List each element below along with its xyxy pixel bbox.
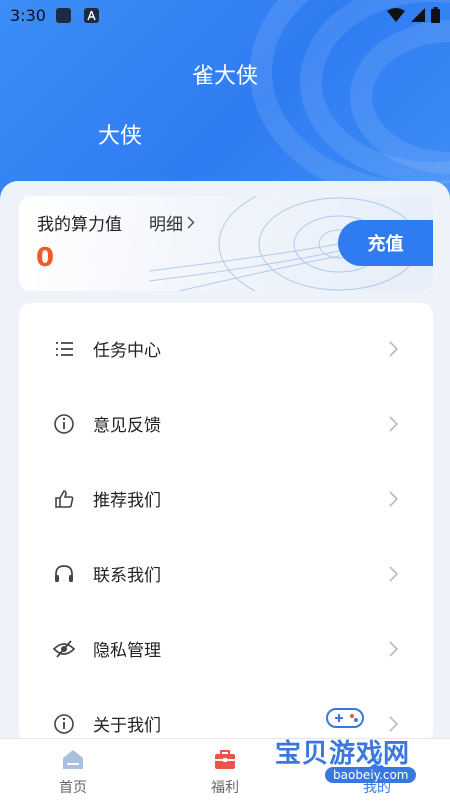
menu-item-label: 推荐我们	[93, 491, 161, 511]
battery-icon	[431, 7, 440, 23]
menu-item-label: 隐私管理	[93, 641, 161, 661]
headset-icon	[55, 564, 73, 582]
list-icon	[56, 341, 73, 356]
username[interactable]: 大侠	[98, 118, 142, 150]
signal-icon	[411, 8, 425, 22]
menu-item-label: 联系我们	[93, 566, 161, 586]
chevron-right-icon	[389, 415, 399, 432]
watermark: 宝贝游戏网 baobeiy.com	[275, 703, 445, 798]
points-detail-label: 明细	[149, 215, 183, 235]
app-title: 雀大侠	[191, 64, 258, 89]
points-card: 我的算力值 明细 0 充值	[19, 196, 433, 291]
menu-item-label: 任务中心	[93, 341, 161, 361]
info-icon	[54, 413, 74, 434]
points-label: 我的算力值	[37, 215, 122, 235]
app-notification-icon	[84, 8, 99, 23]
points-value: 0	[36, 243, 55, 273]
menu-item-label: 关于我们	[93, 716, 161, 736]
tab-label: 福利	[211, 780, 239, 796]
points-detail-link[interactable]: 明细	[149, 210, 195, 235]
status-bar: 3:30	[0, 0, 450, 32]
watermark-url: baobeiy.com	[325, 767, 417, 783]
gamepad-icon	[326, 708, 364, 728]
thumbs-up-icon	[55, 489, 74, 508]
menu-item-contact[interactable]: 联系我们	[19, 536, 433, 611]
recharge-button[interactable]: 充值	[338, 220, 433, 266]
tab-welfare[interactable]: 福利	[180, 739, 270, 801]
menu-item-label: 意见反馈	[93, 416, 161, 436]
chevron-right-icon	[389, 640, 399, 657]
menu-item-task-center[interactable]: 任务中心	[19, 311, 433, 386]
chevron-right-icon	[187, 216, 195, 229]
notification-icon	[56, 8, 71, 23]
eye-off-icon	[53, 639, 75, 658]
status-time: 3:30	[10, 6, 46, 25]
menu-item-privacy[interactable]: 隐私管理	[19, 611, 433, 686]
info-icon	[54, 713, 74, 734]
menu-item-feedback[interactable]: 意见反馈	[19, 386, 433, 461]
menu-list: 任务中心 意见反馈 推荐我们 联系我们 隐私管理 关于我们	[19, 303, 433, 743]
chevron-right-icon	[389, 340, 399, 357]
chevron-right-icon	[389, 490, 399, 507]
menu-item-recommend[interactable]: 推荐我们	[19, 461, 433, 536]
tab-home[interactable]: 首页	[28, 739, 118, 801]
wifi-icon	[387, 8, 405, 22]
tab-label: 首页	[59, 780, 87, 796]
toolbox-icon	[215, 750, 235, 769]
watermark-text: 宝贝游戏网	[275, 739, 411, 769]
home-icon	[63, 750, 83, 769]
chevron-right-icon	[389, 565, 399, 582]
